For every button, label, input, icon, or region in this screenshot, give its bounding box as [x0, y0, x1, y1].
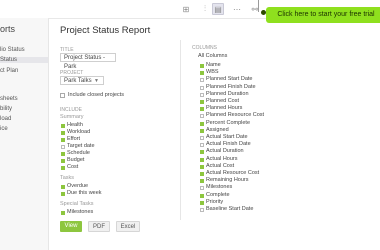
column-label: Percent Complete — [206, 119, 251, 126]
column-label: Remaining Hours — [206, 177, 249, 184]
column-checkbox[interactable] — [200, 107, 204, 112]
zoom-icon[interactable]: ⊞ — [181, 4, 191, 14]
report-panel: Project Status Report Title Project Stat… — [48, 18, 380, 250]
column-label: Priority — [206, 198, 224, 205]
health-label: Health — [67, 122, 83, 128]
column-checkbox[interactable] — [200, 64, 204, 68]
column-label: Planned Resource Cost — [206, 112, 265, 119]
tasks-label: Tasks — [60, 175, 75, 181]
title-input[interactable]: Project Status - Park — [60, 53, 116, 70]
target-date-label: Target date — [67, 143, 95, 149]
milestones-label: Milestones — [67, 209, 94, 215]
column-label: Actual Finish Date — [206, 141, 251, 148]
page-title: Project Status Report — [60, 25, 151, 36]
column-checkbox[interactable] — [200, 128, 204, 133]
schedule-checkbox[interactable] — [61, 152, 65, 156]
summary-label: Summary — [60, 114, 84, 120]
closed-projects-label: Include closed projects — [68, 92, 124, 98]
column-label: Planned Duration — [206, 90, 249, 97]
column-checkbox[interactable] — [200, 114, 204, 119]
cost-label: Cost — [67, 164, 79, 170]
project-select[interactable]: Park Talks ▼ — [60, 76, 104, 85]
effort-checkbox[interactable] — [61, 138, 65, 142]
column-checkbox[interactable] — [200, 164, 204, 169]
budget-label: Budget — [67, 157, 85, 163]
column-checkbox[interactable] — [200, 136, 204, 140]
sidebar-item-workload[interactable]: load — [0, 116, 11, 122]
health-checkbox[interactable] — [61, 124, 65, 128]
sidebar-item-status[interactable]: Status — [0, 57, 48, 63]
column-checkbox[interactable] — [200, 186, 204, 191]
project-select-value: Park Talks — [64, 78, 92, 84]
column-checkbox[interactable] — [200, 179, 204, 184]
column-checkbox[interactable] — [200, 172, 204, 176]
column-label: Planned Hours — [206, 105, 243, 112]
filter-icon[interactable]: ⫶ — [200, 4, 210, 14]
column-label: Baseline Start Date — [206, 206, 254, 212]
milestones-checkbox[interactable] — [61, 211, 65, 215]
column-label: Actual Resource Cost — [206, 170, 260, 176]
schedule-label: Schedule — [67, 150, 90, 156]
effort-label: Effort — [67, 136, 81, 142]
column-label: Milestones — [206, 184, 233, 191]
sidebar-item-availability[interactable]: bility — [0, 106, 12, 112]
trial-connector — [258, 0, 259, 12]
column-label: Actual Hours — [206, 155, 238, 162]
due-this-week-label: Due this week — [67, 190, 102, 196]
column-label: Planned Finish Date — [206, 83, 256, 90]
columns-divider — [180, 40, 181, 220]
column-label: WBS — [206, 69, 219, 76]
chevron-down-icon: ▼ — [94, 78, 99, 84]
workload-label: Workload — [67, 129, 91, 135]
column-checkbox[interactable] — [200, 85, 204, 90]
column-label: Actual Duration — [206, 148, 244, 155]
column-checkbox[interactable] — [200, 143, 204, 148]
report-icon[interactable]: ▤ — [212, 3, 224, 15]
workload-checkbox[interactable] — [61, 131, 65, 135]
view-button[interactable]: View — [60, 221, 82, 232]
sidebar-item-portfolio-status[interactable]: lio Status — [0, 47, 25, 53]
sidebar-title: orts — [0, 24, 16, 34]
column-label: Actual Start Date — [206, 134, 248, 140]
column-checkbox[interactable] — [200, 208, 204, 212]
column-label: Actual Cost — [206, 162, 235, 169]
sidebar-item-invoice[interactable]: ice — [0, 126, 8, 132]
column-label: Name — [206, 62, 221, 68]
cost-checkbox[interactable] — [61, 166, 65, 170]
budget-checkbox[interactable] — [61, 159, 65, 163]
all-columns-label[interactable]: All Columns — [198, 53, 227, 59]
column-label: Planned Cost — [206, 98, 240, 104]
column-checkbox[interactable] — [200, 157, 204, 162]
closed-projects-checkbox[interactable] — [60, 93, 65, 98]
column-checkbox[interactable] — [200, 78, 204, 83]
column-label: Complete — [206, 191, 230, 198]
special-tasks-label: Special Tasks — [60, 201, 94, 207]
column-checkbox[interactable] — [200, 200, 204, 205]
sidebar-item-project-plan[interactable]: ct Plan — [0, 68, 18, 74]
columns-label: Columns — [192, 45, 218, 51]
column-checkbox[interactable] — [200, 71, 204, 76]
column-label: Assigned — [206, 126, 229, 133]
column-checkbox[interactable] — [200, 92, 204, 97]
sidebar: orts lio Status Status ct Plan sheets bi… — [0, 18, 49, 250]
column-label: Planned Start Date — [206, 76, 253, 83]
include-label: Include — [60, 107, 82, 113]
column-checkbox[interactable] — [200, 150, 204, 155]
more-icon[interactable]: ⋯ — [232, 4, 242, 14]
excel-button[interactable]: Excel — [116, 221, 140, 232]
column-checkbox[interactable] — [200, 100, 204, 104]
column-checkbox[interactable] — [200, 193, 204, 198]
target-date-checkbox[interactable] — [61, 145, 65, 149]
sidebar-item-timesheets[interactable]: sheets — [0, 96, 18, 102]
pdf-button[interactable]: PDF — [88, 221, 110, 232]
column-checkbox[interactable] — [200, 121, 204, 126]
overdue-label: Overdue — [67, 183, 89, 189]
due-this-week-checkbox[interactable] — [61, 192, 65, 196]
overdue-checkbox[interactable] — [61, 185, 65, 189]
